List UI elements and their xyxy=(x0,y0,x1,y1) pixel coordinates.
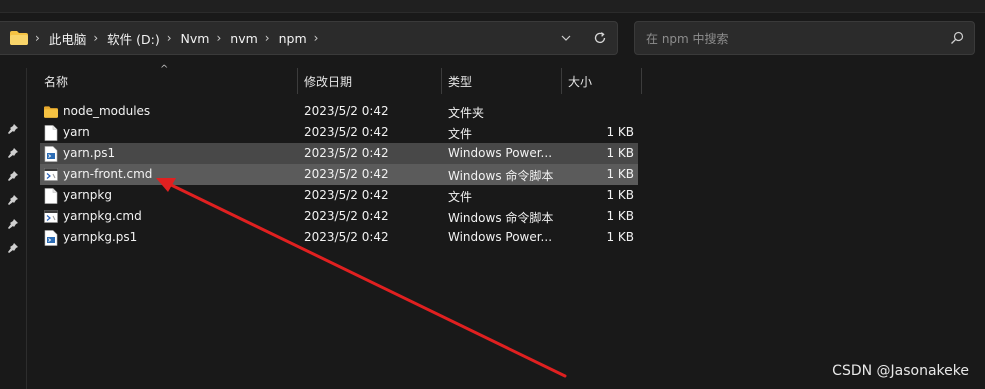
column-header-size-label: 大小 xyxy=(568,74,593,89)
file-row-node-modules[interactable]: node_modules 2023/5/2 0:42 文件夹 xyxy=(40,101,638,122)
file-name: yarn.ps1 xyxy=(63,146,116,160)
breadcrumb-item-this-pc[interactable]: 此电脑 xyxy=(49,29,87,48)
file-type: Windows 命令脚本 xyxy=(448,211,554,225)
file-name: node_modules xyxy=(63,104,151,118)
file-explorer-window: › 此电脑 › 软件 (D:) › Nvm › nvm › npm › 在 np… xyxy=(0,0,985,389)
file-name: yarnpkg.cmd xyxy=(63,209,142,223)
file-type: 文件夹 xyxy=(448,106,485,120)
file-date: 2023/5/2 0:42 xyxy=(304,230,389,244)
file-row-yarn-ps1[interactable]: yarn.ps1 2023/5/2 0:42 Windows Power... … xyxy=(40,143,638,164)
navigation-pane xyxy=(0,68,27,389)
folder-icon xyxy=(44,106,58,118)
file-type: Windows Power... xyxy=(448,146,553,160)
chevron-down-icon xyxy=(561,35,571,41)
powershell-script-icon xyxy=(44,230,58,246)
file-type: Windows 命令脚本 xyxy=(448,169,554,183)
file-icon xyxy=(44,125,58,141)
sort-ascending-icon: ^ xyxy=(160,64,169,75)
column-header-size[interactable]: 大小 xyxy=(568,68,592,94)
column-divider[interactable] xyxy=(441,68,442,94)
file-size: 1 KB xyxy=(606,125,634,139)
file-name: yarnpkg xyxy=(63,188,112,202)
column-header-name-label: 名称 xyxy=(44,74,69,89)
file-row-yarnpkg-ps1[interactable]: yarnpkg.ps1 2023/5/2 0:42 Windows Power.… xyxy=(40,227,638,248)
column-header-name[interactable]: 名称 xyxy=(44,68,68,94)
pin-icon[interactable] xyxy=(7,218,19,230)
chevron-right-icon[interactable]: › xyxy=(167,31,172,45)
file-row-yarn-front-cmd[interactable]: yarn-front.cmd 2023/5/2 0:42 Windows 命令脚… xyxy=(40,164,638,185)
cmd-script-icon xyxy=(44,168,58,181)
search-icon[interactable] xyxy=(950,31,964,45)
file-size: 1 KB xyxy=(606,146,634,160)
file-row-yarnpkg[interactable]: yarnpkg 2023/5/2 0:42 文件 1 KB xyxy=(40,185,638,206)
column-header-date[interactable]: 修改日期 xyxy=(304,68,352,94)
file-date: 2023/5/2 0:42 xyxy=(304,167,389,181)
cmd-script-icon xyxy=(44,210,58,223)
file-size: 1 KB xyxy=(606,188,634,202)
file-type: 文件 xyxy=(448,190,473,204)
pin-icon[interactable] xyxy=(7,170,19,182)
column-header-type[interactable]: 类型 xyxy=(448,68,472,94)
title-strip xyxy=(0,0,985,13)
chevron-right-icon[interactable]: › xyxy=(216,31,221,45)
file-size: 1 KB xyxy=(606,230,634,244)
file-type: 文件 xyxy=(448,127,473,141)
breadcrumb-item-drive-d[interactable]: 软件 (D:) xyxy=(107,29,160,48)
pin-icon[interactable] xyxy=(7,242,19,254)
refresh-icon xyxy=(594,32,606,44)
file-date: 2023/5/2 0:42 xyxy=(304,146,389,160)
column-header-type-label: 类型 xyxy=(448,74,473,89)
file-date: 2023/5/2 0:42 xyxy=(304,209,389,223)
address-bar[interactable]: › 此电脑 › 软件 (D:) › Nvm › nvm › npm › xyxy=(0,21,618,55)
file-size: 1 KB xyxy=(606,167,634,181)
file-size: 1 KB xyxy=(606,209,634,223)
chevron-right-icon[interactable]: › xyxy=(93,31,98,45)
file-date: 2023/5/2 0:42 xyxy=(304,188,389,202)
powershell-script-icon xyxy=(44,146,58,162)
search-input[interactable] xyxy=(644,29,948,49)
breadcrumb-item-nvm-upper[interactable]: Nvm xyxy=(181,31,210,46)
pin-icon[interactable] xyxy=(7,147,19,159)
chevron-right-icon[interactable]: › xyxy=(314,31,319,45)
chevron-right-icon[interactable]: › xyxy=(35,31,40,45)
watermark-text: CSDN @Jasonakeke xyxy=(832,363,969,379)
file-row-yarn[interactable]: yarn 2023/5/2 0:42 文件 1 KB xyxy=(40,122,638,143)
file-name: yarn xyxy=(63,125,90,139)
column-divider[interactable] xyxy=(641,68,642,94)
file-icon xyxy=(44,188,58,204)
refresh-button[interactable] xyxy=(583,22,617,54)
folder-icon xyxy=(10,31,28,45)
pin-icon[interactable] xyxy=(7,194,19,206)
address-bar-actions xyxy=(549,22,617,54)
file-row-yarnpkg-cmd[interactable]: yarnpkg.cmd 2023/5/2 0:42 Windows 命令脚本 1… xyxy=(40,206,638,227)
file-date: 2023/5/2 0:42 xyxy=(304,125,389,139)
file-name: yarnpkg.ps1 xyxy=(63,230,138,244)
file-name: yarn-front.cmd xyxy=(63,167,153,181)
pin-icon[interactable] xyxy=(7,123,19,135)
column-divider[interactable] xyxy=(297,68,298,94)
file-type: Windows Power... xyxy=(448,230,553,244)
breadcrumb-item-nvm[interactable]: nvm xyxy=(230,31,258,46)
history-dropdown-button[interactable] xyxy=(549,22,583,54)
breadcrumb-item-npm[interactable]: npm xyxy=(279,31,307,46)
search-box[interactable] xyxy=(634,21,975,55)
chevron-right-icon[interactable]: › xyxy=(265,31,270,45)
file-date: 2023/5/2 0:42 xyxy=(304,104,389,118)
column-divider[interactable] xyxy=(561,68,562,94)
column-header-date-label: 修改日期 xyxy=(304,74,353,89)
